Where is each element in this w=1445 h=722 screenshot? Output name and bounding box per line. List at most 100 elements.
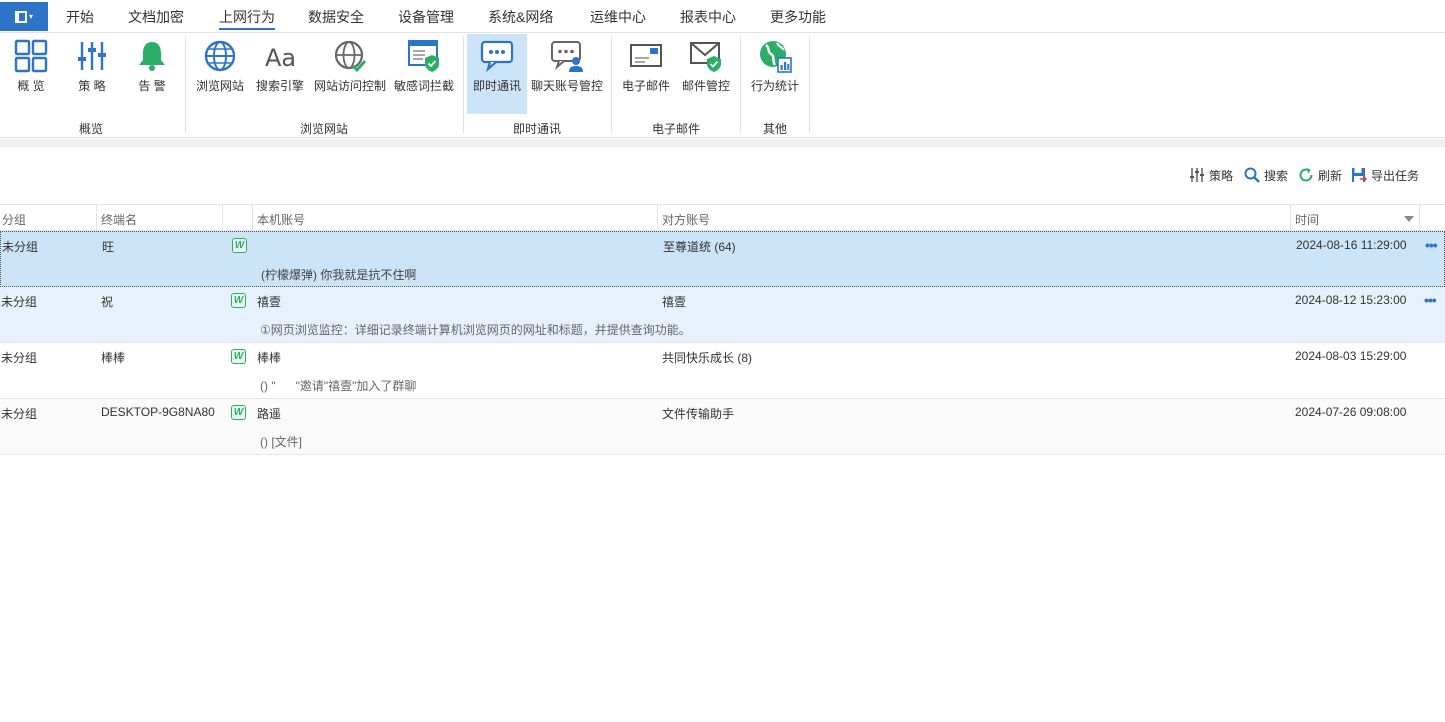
sensitive-word-label: 敏感词拦截 xyxy=(393,79,454,93)
sensitive-word-shield-icon xyxy=(408,40,439,72)
cell-time: 2024-07-26 09:08:00 xyxy=(1295,405,1407,419)
cell-message: () [文件] xyxy=(260,435,302,449)
cell-message: () " "邀请"禧壹"加入了群聊 xyxy=(260,379,417,393)
policy-button[interactable]: 策 略 xyxy=(62,34,122,114)
cell-group: 未分组 xyxy=(1,407,38,421)
email-button[interactable]: 电子邮件 xyxy=(616,34,676,114)
svg-text:Aa: Aa xyxy=(265,44,296,72)
website-access-control-label: 网站访问控制 xyxy=(313,79,386,93)
chat-account-icon xyxy=(551,41,583,72)
menu-system-network[interactable]: 系统&网络 xyxy=(488,8,553,30)
cell-terminal: 旺 xyxy=(102,240,115,254)
sensitive-word-button[interactable]: 敏感词拦截 xyxy=(390,34,458,114)
ribbon: 概 览 策 略 告 警 概览 浏览网站 Aa 搜索引擎 网站访问控制 敏感词拦截… xyxy=(0,33,1445,138)
overview-button[interactable]: 概 览 xyxy=(0,34,62,114)
cell-group: 未分组 xyxy=(1,295,38,309)
table-row[interactable]: 未分组 旺 W 至尊道统 (64) 2024-08-16 11:29:00 ••… xyxy=(0,231,1445,287)
behavior-stats-icon xyxy=(760,41,792,73)
cell-peer-account: 至尊道统 (64) xyxy=(663,240,736,254)
cell-peer-account: 禧壹 xyxy=(662,295,687,309)
chat-account-control-label: 聊天账号管控 xyxy=(530,79,603,93)
column-header-group[interactable]: 分组 xyxy=(2,211,26,228)
policy-label: 策 略 xyxy=(78,79,106,93)
column-separator[interactable] xyxy=(657,205,658,231)
menu-start[interactable]: 开始 xyxy=(66,8,94,30)
refresh-tool-button[interactable]: 刷新 xyxy=(1298,166,1342,184)
group-separator xyxy=(463,36,464,133)
sort-desc-icon[interactable] xyxy=(1404,216,1414,222)
column-header-time[interactable]: 时间 xyxy=(1295,211,1319,228)
policy-tool-button[interactable]: 策略 xyxy=(1189,166,1233,184)
cell-message: ①网页浏览监控：详细记录终端计算机浏览网页的网址和标题，并提供查询功能。 xyxy=(260,323,691,337)
menu-data-security[interactable]: 数据安全 xyxy=(308,8,364,30)
behavior-stats-button[interactable]: 行为统计 xyxy=(745,34,805,114)
chevron-down-icon: ▾ xyxy=(28,12,33,21)
cell-peer-account: 文件传输助手 xyxy=(662,407,735,421)
column-header-terminal[interactable]: 终端名 xyxy=(101,211,137,228)
more-options-icon[interactable]: ••• xyxy=(1424,292,1437,308)
ribbon-bottom-strip xyxy=(0,139,1445,147)
chat-account-control-button[interactable]: 聊天账号管控 xyxy=(528,34,606,114)
table-row[interactable]: 未分组 DESKTOP-9G8NA80 W 路遥 文件传输助手 2024-07-… xyxy=(0,399,1445,455)
column-header-peer-account[interactable]: 对方账号 xyxy=(662,211,710,228)
cell-local-account: 棒棒 xyxy=(257,351,282,365)
instant-messaging-button[interactable]: 即时通讯 xyxy=(467,34,527,114)
column-separator[interactable] xyxy=(1290,205,1291,231)
chat-bubble-icon xyxy=(480,40,514,73)
group-label-email: 电子邮件 xyxy=(651,122,700,136)
overview-grid-icon xyxy=(14,39,48,73)
wechat-icon: W xyxy=(231,405,246,420)
column-header-local-account[interactable]: 本机账号 xyxy=(257,211,305,228)
group-separator xyxy=(740,36,741,133)
alarm-bell-icon xyxy=(139,42,165,71)
globe-icon xyxy=(204,40,236,72)
alarm-button[interactable]: 告 警 xyxy=(122,34,182,114)
group-separator xyxy=(809,36,810,133)
search-tool-label: 搜索 xyxy=(1264,168,1289,183)
search-engine-aa-icon: Aa xyxy=(265,44,296,72)
search-engine-button[interactable]: Aa 搜索引擎 xyxy=(250,34,310,114)
cell-time: 2024-08-03 15:29:00 xyxy=(1295,349,1407,363)
column-separator[interactable] xyxy=(222,205,223,231)
cell-message: (柠檬爆弹) 你我就是抗不住啊 xyxy=(261,268,417,282)
menu-more-features[interactable]: 更多功能 xyxy=(770,8,826,30)
browse-web-label: 浏览网站 xyxy=(195,79,244,93)
table-row[interactable]: 未分组 棒棒 W 棒棒 共同快乐成长 (8) 2024-08-03 15:29:… xyxy=(0,343,1445,399)
table-header: 分组 终端名 本机账号 对方账号 时间 xyxy=(0,204,1445,231)
menu-device-management[interactable]: 设备管理 xyxy=(398,8,454,30)
wechat-icon: W xyxy=(231,293,246,308)
group-label-im: 即时通讯 xyxy=(512,122,561,136)
menu-ops-center[interactable]: 运维中心 xyxy=(590,8,646,30)
export-save-icon xyxy=(1352,168,1367,182)
globe-check-icon xyxy=(334,40,367,73)
table-row[interactable]: 未分组 祝 W 禧壹 禧壹 2024-08-12 15:23:00 ••• ①网… xyxy=(0,287,1445,343)
browse-web-button[interactable]: 浏览网站 xyxy=(190,34,250,114)
menu-report-center[interactable]: 报表中心 xyxy=(680,8,736,30)
cell-terminal: DESKTOP-9G8NA80 xyxy=(101,405,215,419)
more-options-icon[interactable]: ••• xyxy=(1425,237,1438,253)
app-menu-button[interactable]: ▾ xyxy=(0,2,48,31)
app-menu-icon xyxy=(14,10,27,23)
policy-sliders-icon xyxy=(78,42,106,70)
email-control-button[interactable]: 邮件管控 xyxy=(676,34,736,114)
website-access-control-button[interactable]: 网站访问控制 xyxy=(310,34,390,114)
group-label-overview: 概览 xyxy=(78,122,103,136)
group-label-other: 其他 xyxy=(762,122,787,136)
cell-local-account: 禧壹 xyxy=(257,295,282,309)
email-icon xyxy=(630,44,662,67)
cell-group: 未分组 xyxy=(2,240,39,254)
cell-time: 2024-08-12 15:23:00 xyxy=(1295,293,1407,307)
email-label: 电子邮件 xyxy=(621,79,670,93)
column-separator[interactable] xyxy=(96,205,97,231)
wechat-icon: W xyxy=(232,238,247,253)
export-task-button[interactable]: 导出任务 xyxy=(1351,166,1419,184)
column-separator[interactable] xyxy=(252,205,253,231)
instant-messaging-label: 即时通讯 xyxy=(472,79,521,93)
menu-doc-encryption[interactable]: 文档加密 xyxy=(128,8,184,30)
email-control-label: 邮件管控 xyxy=(681,79,730,93)
search-tool-button[interactable]: 搜索 xyxy=(1244,166,1288,184)
column-separator[interactable] xyxy=(1419,205,1420,231)
menu-internet-behavior[interactable]: 上网行为 xyxy=(219,8,275,30)
overview-label: 概 览 xyxy=(17,79,45,93)
cell-peer-account: 共同快乐成长 (8) xyxy=(662,351,753,365)
